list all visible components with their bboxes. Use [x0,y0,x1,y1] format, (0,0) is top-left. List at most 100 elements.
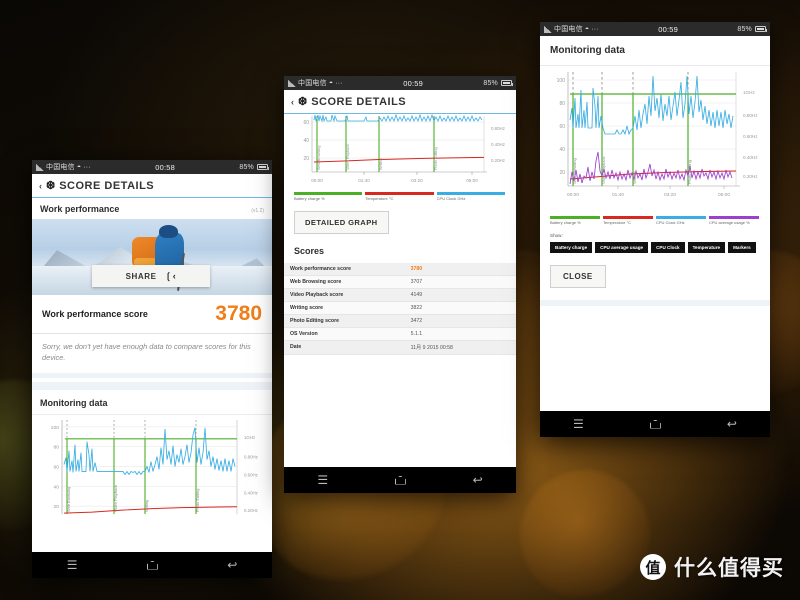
phone-middle: 中国电信 ◓ ··· 00:59 85% ‹ ❆ SCORE DETAILS 6… [284,76,516,493]
svg-text:0.80Hz: 0.80Hz [244,455,258,460]
phone3-screen: 中国电信 ◓ ··· 00:59 85% Monitoring data 100… [540,22,770,437]
status-right: 85% [737,26,767,33]
battery-percent: 85% [483,79,498,87]
legend-item: Temperature °C [365,192,436,201]
svg-text:03:20: 03:20 [664,192,676,198]
snowflake-icon: ❆ [298,96,308,108]
svg-text:40: 40 [559,147,565,153]
svg-text:60: 60 [559,124,565,130]
phone1-app-bar: ‹ ❆ SCORE DETAILS [32,174,272,198]
phone1-content: Work performance (v1.2) SHARE ❲‹ Work pe… [32,198,272,552]
svg-text:0.80Hz: 0.80Hz [743,113,758,118]
more-icon: ··· [83,163,91,171]
svg-text:Writing: Writing [379,158,383,170]
svg-text:60: 60 [303,120,309,126]
home-icon[interactable] [146,560,158,570]
toggle-markers[interactable]: Markers [728,241,756,253]
svg-text:05:00: 05:00 [718,192,730,198]
svg-text:01:40: 01:40 [612,192,624,198]
share-button[interactable]: SHARE ❲‹ [92,265,210,287]
y-axis-left-ticks: 100 80 60 40 20 [557,78,566,176]
marker-dashes [572,72,689,186]
back-icon[interactable]: ↩ [227,559,237,571]
svg-text:80: 80 [559,101,565,107]
carrier-label: 中国电信 [554,26,583,33]
detailed-graph-button[interactable]: DETAILED GRAPH [294,210,389,234]
phone3-nav-bar: ☰ ↩ [540,411,770,437]
legend-swatch [603,216,653,219]
snowflake-icon: ❆ [46,180,56,192]
bokeh-circle [520,470,650,600]
svg-text:03:20: 03:20 [411,178,423,183]
table-row: Web Browsing score 3707 [284,275,516,289]
legend-label: Battery charge % [294,195,325,201]
home-icon[interactable] [394,475,406,485]
legend-label: Temperature °C [603,219,632,225]
toggle-cpu-clock[interactable]: CPU Clock [651,241,685,253]
no-comparison-note: Sorry, we don't yet have enough data to … [42,342,251,362]
chart-legend: Battery charge % Temperature °C CPU Cloc… [540,214,770,230]
svg-text:100: 100 [557,78,566,84]
row-value: 3822 [404,301,516,315]
recent-apps-icon[interactable]: ☰ [67,559,78,571]
score-value: 3780 [215,302,262,325]
svg-text:0.60Hz: 0.60Hz [244,473,258,478]
back-icon[interactable]: ↩ [727,418,737,430]
detailed-graph-row: DETAILED GRAPH [284,205,516,244]
svg-text:01:40: 01:40 [358,178,370,183]
back-chevron-icon[interactable]: ‹ [39,181,42,191]
svg-text:Writing: Writing [144,500,149,512]
phone1-screen: 中国电信 ◓ ··· 00:58 85% ‹ ❆ SCORE DETAILS W… [32,160,272,578]
svg-text:0.40Hz: 0.40Hz [244,491,258,496]
svg-text:0.20Hz: 0.20Hz [743,174,758,179]
x-tick-marks [363,172,473,175]
toggle-temperature[interactable]: Temperature [687,241,726,253]
toggle-battery-charge[interactable]: Battery charge [550,241,593,253]
signal-icon [36,163,44,171]
monitoring-title: Monitoring data [550,45,625,56]
row-key: Video Playback score [284,288,405,302]
svg-text:100: 100 [51,425,60,431]
row-key: Date [284,340,405,355]
close-button[interactable]: CLOSE [550,264,606,288]
svg-text:40: 40 [53,485,59,491]
divider-band-2 [32,382,272,391]
show-label: Show: [550,232,563,238]
watermark-badge: 值 [640,554,666,580]
row-value: 11月 9 2015 00:58 [404,340,516,355]
recent-apps-icon[interactable]: ☰ [317,474,328,486]
svg-text:0.20Hz: 0.20Hz [491,158,505,163]
status-clock: 00:59 [403,78,423,88]
toggle-cpu-average-usage[interactable]: CPU average usage [595,241,649,253]
scores-table-body: Work performance score 3780 Web Browsing… [284,262,516,355]
legend-swatch [709,216,759,219]
svg-text:20: 20 [303,156,309,162]
svg-text:Video Playback: Video Playback [601,157,606,185]
phone2-screen: 中国电信 ◓ ··· 00:59 85% ‹ ❆ SCORE DETAILS 6… [284,76,516,493]
svg-text:1GHz: 1GHz [743,90,755,95]
back-icon[interactable]: ↩ [473,474,483,486]
score-label: Work performance score [42,309,148,319]
home-icon[interactable] [649,419,661,429]
svg-text:Writing: Writing [632,172,637,184]
phone1-status-bar: 中国电信 ◓ ··· 00:58 85% [32,160,272,174]
status-left: 中国电信 ◓ ··· [36,162,91,172]
marker-labels: Web Browsing Video Playback Writing Phot… [317,144,438,170]
chart-legend: Battery charge % Temperature °C CPU Cloc… [284,190,516,205]
svg-text:Video Playback: Video Playback [113,485,118,512]
svg-text:Web Browsing: Web Browsing [572,158,577,184]
carrier-label: 中国电信 [298,80,327,87]
back-chevron-icon[interactable]: ‹ [291,97,294,107]
show-section: Show: Battery charge CPU average usage C… [540,230,770,253]
phone-right: 中国电信 ◓ ··· 00:59 85% Monitoring data 100… [540,22,770,437]
signal-icon [544,25,552,33]
svg-text:05:00: 05:00 [466,178,478,183]
monitoring-title: Monitoring data [40,398,108,409]
y-axis-right-ticks: 1GHz 0.80Hz 0.60Hz 0.40Hz 0.20Hz [244,435,258,513]
bottom-band [540,299,770,306]
monitoring-header: Monitoring data [32,390,272,414]
recent-apps-icon[interactable]: ☰ [573,418,584,430]
legend-item: CPU Clock GHz [436,192,508,201]
status-left: 中国电信 ◓ ··· [288,78,343,88]
table-row: Photo Editing score 3472 [284,314,516,328]
